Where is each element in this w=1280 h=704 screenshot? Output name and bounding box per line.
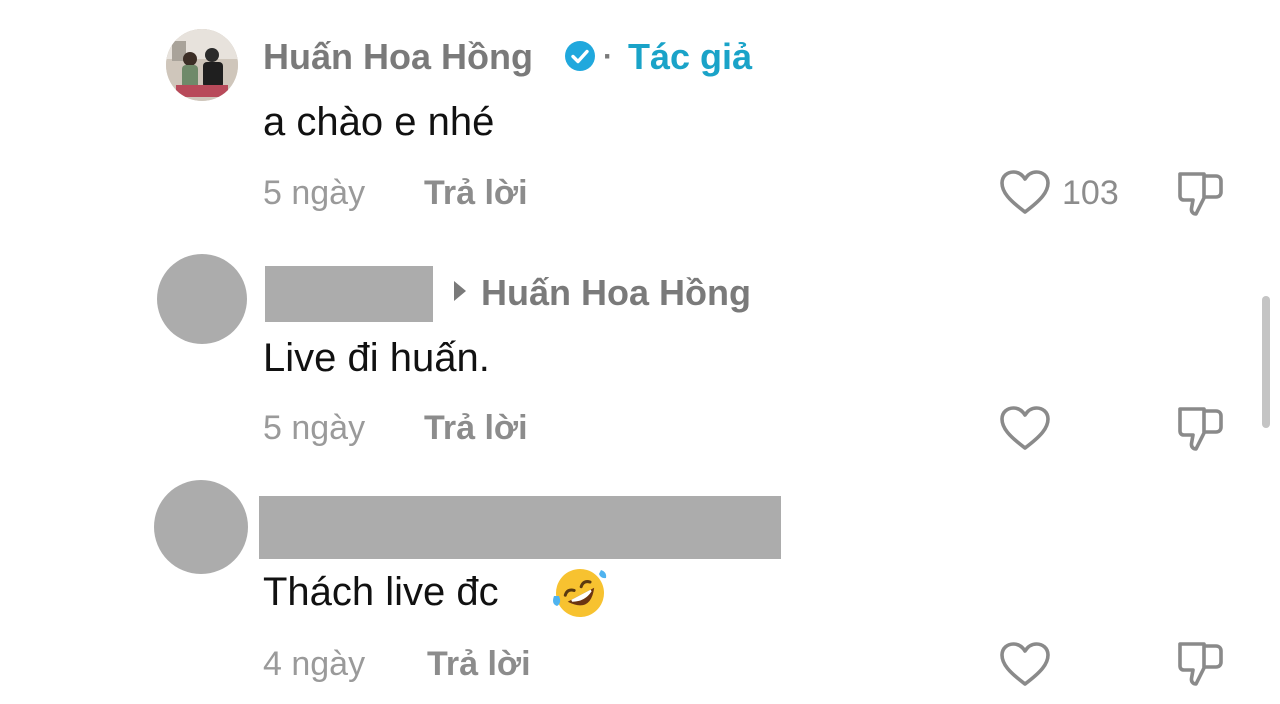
- commenter-avatar[interactable]: [157, 254, 247, 344]
- comment-text: a chào e nhé: [263, 100, 495, 144]
- scrollbar-thumb[interactable]: [1262, 296, 1270, 428]
- redacted-username: [265, 266, 433, 322]
- verified-badge-icon: [564, 40, 596, 72]
- commenter-avatar[interactable]: [154, 480, 248, 574]
- separator-dot: ·: [603, 40, 613, 73]
- comment-text: Thách live đc: [263, 570, 499, 614]
- heart-icon[interactable]: [999, 641, 1051, 689]
- reply-button[interactable]: Trả lời: [424, 409, 528, 448]
- comment-time: 5 ngày: [263, 174, 366, 212]
- dislike-icon[interactable]: [1174, 403, 1226, 455]
- redacted-username: [259, 496, 781, 559]
- dislike-icon[interactable]: [1174, 638, 1226, 690]
- comment-time: 4 ngày: [263, 645, 366, 683]
- reply-button[interactable]: Trả lời: [424, 174, 528, 213]
- dislike-icon[interactable]: [1174, 168, 1226, 220]
- reply-button[interactable]: Trả lời: [427, 645, 531, 684]
- reply-to-name[interactable]: Huấn Hoa Hồng: [481, 272, 751, 314]
- comment-author-name[interactable]: Huấn Hoa Hồng: [263, 36, 533, 78]
- heart-icon[interactable]: [999, 405, 1051, 453]
- author-avatar[interactable]: [166, 29, 238, 101]
- like-count: 103: [1062, 174, 1119, 212]
- rofl-emoji: 🤣: [551, 566, 609, 620]
- comment-text: Live đi huấn.: [263, 336, 490, 380]
- play-arrow-icon: [453, 280, 467, 302]
- comment-time: 5 ngày: [263, 409, 366, 447]
- author-tag: Tác giả: [628, 36, 753, 77]
- heart-icon[interactable]: [999, 169, 1051, 217]
